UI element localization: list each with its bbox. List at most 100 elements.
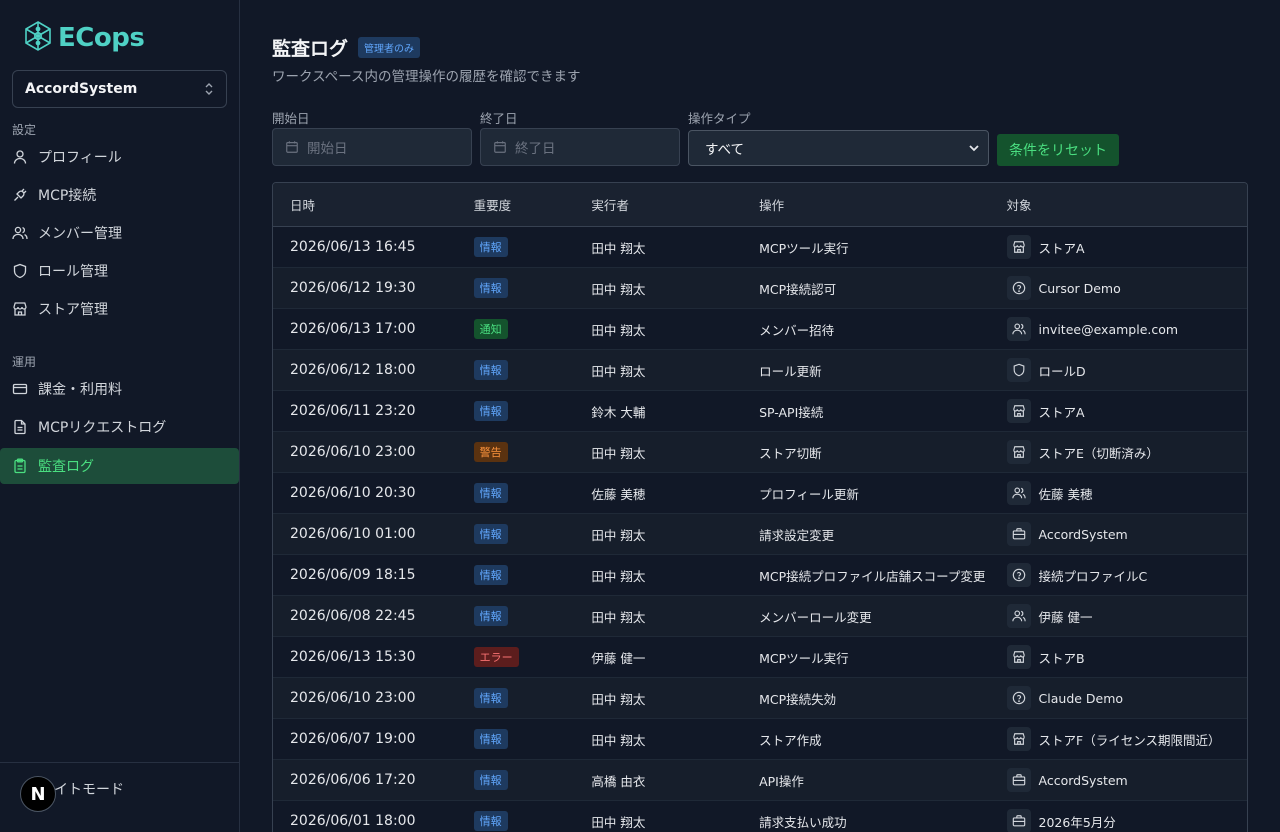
file-text-icon: [14, 419, 26, 435]
sidebar-item-profile[interactable]: プロフィール: [0, 139, 239, 175]
sidebar-item-roles[interactable]: ロール管理: [0, 253, 239, 289]
cell-datetime: 2026/06/10 23:00: [290, 444, 416, 460]
cell-target: AccordSystem: [993, 768, 1247, 792]
cell-severity: 情報: [457, 688, 575, 708]
table-row[interactable]: 2026/06/13 16:45 情報 田中 翔太 MCPツール実行 ストアA: [273, 227, 1247, 268]
sidebar-item-mcp-request-log[interactable]: MCPリクエストログ: [0, 409, 239, 445]
sidebar-item-audit-log[interactable]: 監査ログ: [0, 448, 239, 484]
page-header: 監査ログ 管理者のみ: [272, 34, 421, 61]
store-icon: [13, 302, 27, 316]
sidebar-item-billing[interactable]: 課金・利用料: [0, 371, 239, 407]
users-icon: [1006, 481, 1031, 505]
end-date-input[interactable]: 終了日: [480, 128, 680, 166]
cell-actor: 田中 翔太: [591, 281, 646, 297]
target-label: AccordSystem: [1038, 772, 1128, 788]
column-header-action[interactable]: 操作: [742, 195, 992, 214]
table-row[interactable]: 2026/06/09 18:15 情報 田中 翔太 MCP接続プロファイル店舗スコープ…: [273, 555, 1247, 596]
table-row[interactable]: 2026/06/10 23:00 警告 田中 翔太 ストア切断 ストアE（切断済み）: [273, 432, 1247, 473]
sidebar-item-members[interactable]: メンバー管理: [0, 215, 239, 251]
sidebar-item-label: 監査ログ: [38, 459, 94, 475]
users-icon: [1006, 317, 1031, 341]
cell-severity: 警告: [457, 442, 575, 462]
target-label: ストアA: [1038, 240, 1085, 256]
cell-target: ストアB: [993, 645, 1247, 669]
briefcase-icon: [1006, 522, 1031, 546]
operation-type-select[interactable]: すべて: [688, 130, 989, 166]
severity-badge: 情報: [473, 524, 508, 544]
dev-badge[interactable]: N: [20, 776, 56, 812]
table-row[interactable]: 2026/06/13 17:00 通知 田中 翔太 メンバー招待 invitee@exa…: [273, 309, 1247, 350]
reset-filters-button[interactable]: 条件をリセット: [997, 134, 1119, 166]
cell-target: 接続プロファイルC: [993, 563, 1247, 587]
sidebar-item-label: ストア管理: [38, 302, 108, 318]
cell-action: API操作: [759, 773, 804, 789]
table-row[interactable]: 2026/06/10 20:30 情報 佐藤 美穂 プロフィール更新 佐藤 美穂: [273, 473, 1247, 514]
cell-severity: エラー: [457, 647, 575, 667]
severity-badge: 情報: [473, 770, 508, 790]
table-row[interactable]: 2026/06/13 15:30 エラー 伊藤 健一 MCPツール実行 ストアB: [273, 637, 1247, 678]
logo[interactable]: ECops: [22, 20, 145, 56]
cell-actor: 伊藤 健一: [591, 650, 646, 666]
table-row[interactable]: 2026/06/08 22:45 情報 田中 翔太 メンバーロール変更 伊藤 健一: [273, 596, 1247, 637]
column-header-actor[interactable]: 実行者: [574, 195, 742, 214]
table-row[interactable]: 2026/06/11 23:20 情報 鈴木 大輔 SP-API接続 ストアA: [273, 391, 1247, 432]
cell-severity: 通知: [457, 319, 575, 339]
sidebar: ECops AccordSystem 設定 プロフィール MCP接続 メンバー管…: [0, 0, 240, 832]
cell-action: ロール更新: [759, 363, 822, 379]
column-header-severity[interactable]: 重要度: [457, 195, 575, 214]
cell-action: ストア作成: [759, 732, 822, 748]
cell-action: ストア切断: [759, 445, 822, 461]
target-label: ストアB: [1038, 650, 1085, 666]
cell-datetime: 2026/06/13 17:00: [290, 321, 416, 337]
store-icon: [1006, 727, 1031, 751]
briefcase-icon: [1006, 809, 1031, 832]
end-date-label: 終了日: [480, 111, 518, 126]
cell-action: 請求設定変更: [759, 527, 835, 543]
severity-badge: 情報: [473, 811, 508, 831]
cell-target: ストアA: [993, 399, 1247, 423]
target-label: 佐藤 美穂: [1038, 486, 1093, 502]
table-row[interactable]: 2026/06/10 23:00 情報 田中 翔太 MCP接続失効 Claude Dem…: [273, 678, 1247, 719]
cell-actor: 田中 翔太: [591, 691, 646, 707]
cell-severity: 情報: [457, 237, 575, 257]
section-label-settings: 設定: [12, 123, 37, 137]
page-title: 監査ログ: [272, 38, 349, 60]
cell-severity: 情報: [457, 401, 575, 421]
severity-badge: 情報: [473, 360, 508, 380]
column-header-target[interactable]: 対象: [993, 195, 1247, 214]
column-header-datetime[interactable]: 日時: [273, 195, 457, 214]
briefcase-icon: [1006, 768, 1031, 792]
table-row[interactable]: 2026/06/12 18:00 情報 田中 翔太 ロール更新 ロールD: [273, 350, 1247, 391]
end-date-placeholder: 終了日: [515, 141, 556, 157]
severity-badge: 情報: [473, 565, 508, 585]
workspace-name: AccordSystem: [25, 81, 138, 97]
cell-action: メンバーロール変更: [759, 609, 872, 625]
cell-severity: 情報: [457, 565, 575, 585]
cell-datetime: 2026/06/06 17:20: [290, 772, 416, 788]
sidebar-item-stores[interactable]: ストア管理: [0, 291, 239, 327]
target-label: 接続プロファイルC: [1038, 568, 1148, 584]
plug-icon: [14, 188, 27, 201]
workspace-selector[interactable]: AccordSystem: [12, 70, 227, 108]
shield-icon: [13, 263, 27, 279]
cell-actor: 田中 翔太: [591, 322, 646, 338]
cell-target: invitee@example.com: [993, 317, 1247, 341]
severity-badge: 情報: [473, 729, 508, 749]
target-label: Cursor Demo: [1038, 280, 1121, 296]
section-label-operations: 運用: [12, 355, 37, 369]
table-row[interactable]: 2026/06/01 18:00 情報 田中 翔太 請求支払い成功 2026年5月分: [273, 801, 1247, 832]
cell-severity: 情報: [457, 483, 575, 503]
cell-datetime: 2026/06/10 01:00: [290, 526, 416, 542]
help-circle-icon: [1006, 686, 1031, 710]
table-row[interactable]: 2026/06/06 17:20 情報 高橋 由衣 API操作 AccordSystem: [273, 760, 1247, 801]
start-date-input[interactable]: 開始日: [272, 128, 472, 166]
severity-badge: 情報: [473, 606, 508, 626]
table-row[interactable]: 2026/06/07 19:00 情報 田中 翔太 ストア作成 ストアF（ライセンス期限…: [273, 719, 1247, 760]
calendar-icon: [494, 141, 506, 153]
severity-badge: 情報: [473, 401, 508, 421]
table-row[interactable]: 2026/06/12 19:30 情報 田中 翔太 MCP接続認可 Cursor Dem…: [273, 268, 1247, 309]
cell-target: ストアA: [993, 235, 1247, 259]
cell-datetime: 2026/06/01 18:00: [290, 813, 416, 829]
sidebar-item-mcp[interactable]: MCP接続: [0, 177, 239, 213]
table-row[interactable]: 2026/06/10 01:00 情報 田中 翔太 請求設定変更 AccordSyste…: [273, 514, 1247, 555]
